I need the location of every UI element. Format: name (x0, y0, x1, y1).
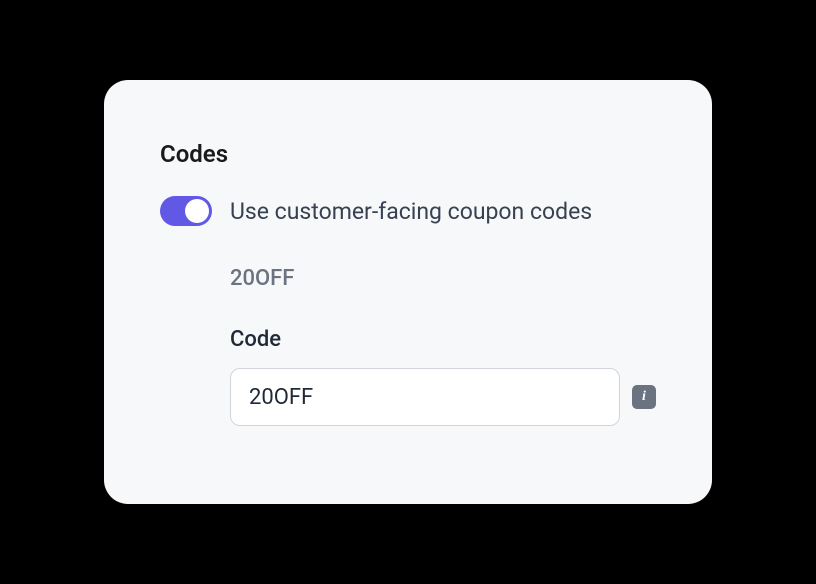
toggle-label: Use customer-facing coupon codes (230, 198, 592, 225)
section-title: Codes (160, 140, 656, 168)
info-icon[interactable]: i (632, 385, 656, 409)
code-input-row: i (230, 368, 656, 426)
code-field-label: Code (230, 327, 656, 352)
toggle-thumb (185, 199, 209, 223)
code-field-group: Code i (230, 327, 656, 426)
codes-card: Codes Use customer-facing coupon codes 2… (104, 80, 712, 504)
coupon-codes-toggle[interactable] (160, 196, 212, 226)
code-preview: 20OFF (230, 266, 656, 291)
code-input[interactable] (230, 368, 620, 426)
coupon-toggle-row: Use customer-facing coupon codes (160, 196, 656, 226)
